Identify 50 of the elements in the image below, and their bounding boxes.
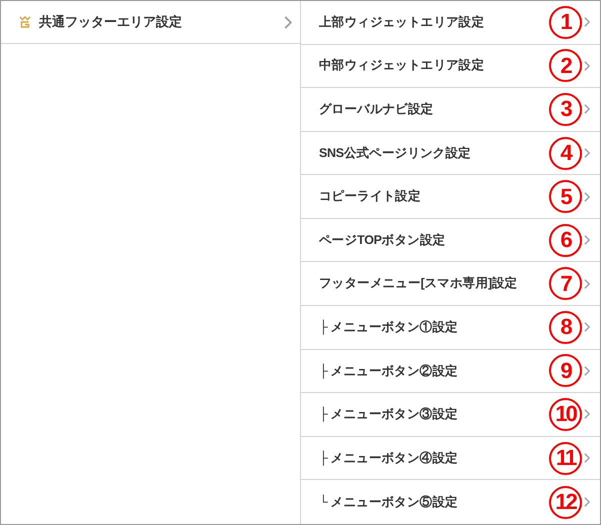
number-marker: 4 [549,136,582,170]
chevron-icon [284,16,292,28]
menu-item[interactable]: コピーライト設定 5 [301,175,600,219]
chevron-icon [584,104,590,114]
menu-label: コピーライト設定 [319,188,422,206]
number-marker: 12 [549,486,582,519]
number-marker: 7 [549,267,582,300]
menu-label: └ メニューボタン⑤設定 [319,494,459,511]
chevron-icon [584,235,590,246]
chevron-icon [584,278,590,289]
chevron-icon [584,409,590,420]
menu-item[interactable]: ├ メニューボタン③設定 10 [301,393,600,437]
menu-item[interactable]: ├ メニューボタン②設定 9 [301,350,600,394]
menu-label: フッターメニュー[スマホ専用]設定 [319,275,518,292]
chevron-icon [584,366,590,376]
menu-item[interactable]: SNS公式ページリンク設定 4 [301,132,600,176]
menu-label: ├ メニューボタン④設定 [319,450,459,468]
number-marker: 5 [549,180,582,214]
menu-item[interactable]: ├ メニューボタン④設定 11 [301,436,600,480]
menu-item[interactable]: 上部ウィジェットエリア設定 1 [301,1,600,45]
number-marker: 1 [549,6,582,39]
number-marker: 10 [549,398,582,431]
menu-label: 上部ウィジェットエリア設定 [319,14,486,31]
number-marker: 9 [549,354,582,388]
number-marker: 11 [549,442,582,475]
menu-item[interactable]: └ メニューボタン⑤設定 12 [301,480,600,524]
menu-item[interactable]: フッターメニュー[スマホ専用]設定 7 [301,262,600,306]
chevron-icon [584,192,590,202]
menu-item[interactable]: ├ メニューボタン①設定 8 [301,306,600,350]
chevron-icon [584,453,590,464]
menu-label: SNS公式ページリンク設定 [319,144,472,162]
menu-label: ├ メニューボタン③設定 [319,406,459,424]
menu-label: 中部ウィジェットエリア設定 [319,57,486,74]
chevron-icon [584,60,590,71]
chevron-icon [584,17,590,28]
chevron-icon [584,497,590,508]
menu-label: ├ メニューボタン①設定 [319,318,459,337]
chevron-icon [584,148,590,158]
chevron-icon [584,322,590,332]
menu-label: ├ メニューボタン②設定 [319,362,459,380]
menu-item[interactable]: グローバルナビ設定 3 [301,88,600,132]
menu-item[interactable]: 中部ウィジェットエリア設定 2 [301,44,600,88]
menu-item[interactable]: ページTOPボタン設定 6 [301,218,600,262]
number-marker: 2 [549,49,582,82]
number-marker: 3 [549,92,582,126]
number-marker: 8 [549,310,582,344]
crown-icon [19,16,31,28]
menu-label: グローバルナビ設定 [319,101,434,118]
number-marker: 6 [549,224,582,257]
menu-label: ページTOPボタン設定 [319,232,446,249]
